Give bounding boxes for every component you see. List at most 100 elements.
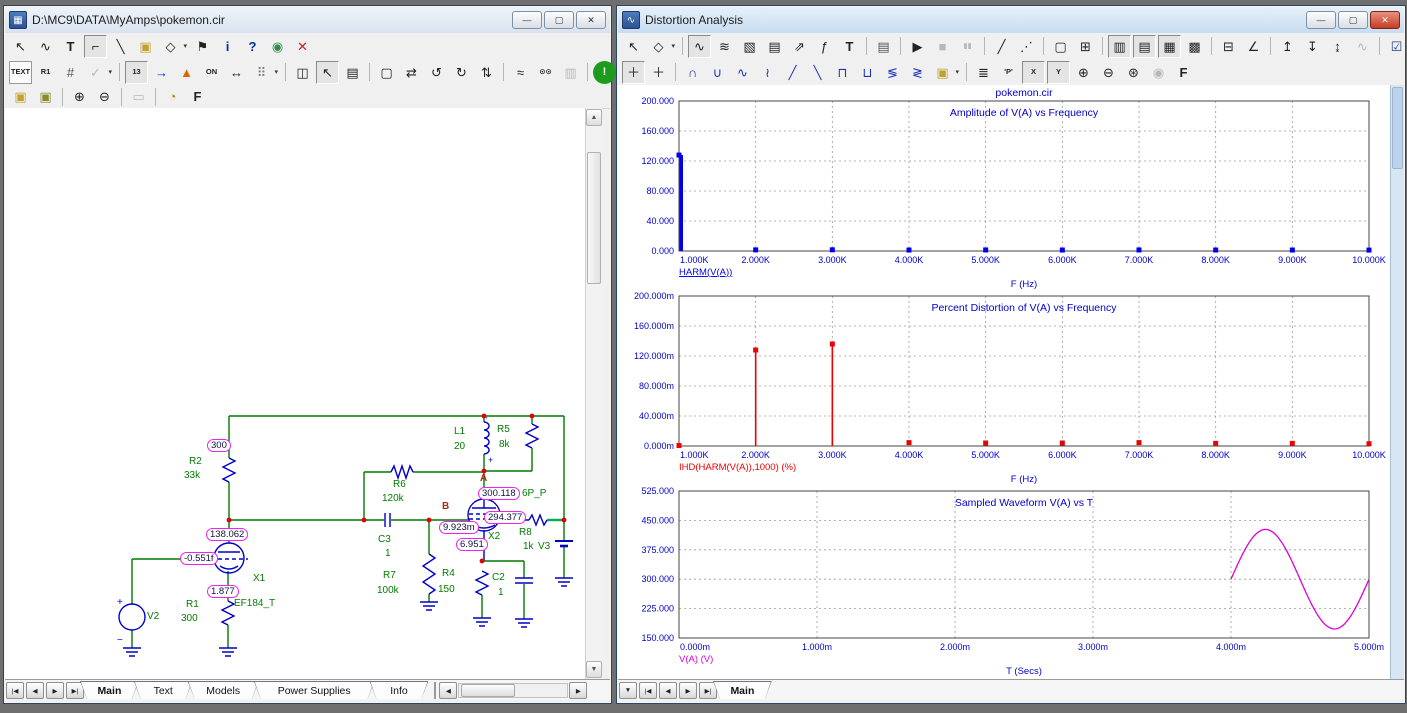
maximize-button[interactable]: ▢ bbox=[1338, 11, 1368, 29]
cursor-mode-icon[interactable]: ＋ bbox=[622, 61, 645, 84]
performance-tag-icon[interactable]: 'P' bbox=[997, 61, 1020, 84]
web-page-icon[interactable]: ◉ bbox=[266, 35, 289, 58]
tab-main[interactable]: Main bbox=[713, 681, 772, 699]
rotate-cw-tool[interactable]: ↻ bbox=[450, 61, 473, 84]
font-tool[interactable]: F bbox=[1172, 61, 1195, 84]
full-grid-icon[interactable]: ▦ bbox=[1158, 35, 1181, 58]
y-scale-icon[interactable]: Y bbox=[1047, 61, 1070, 84]
node-numbers-toggle[interactable]: 13 bbox=[125, 61, 148, 84]
normalize-icon[interactable]: ∠ bbox=[1242, 35, 1265, 58]
tab-last-button[interactable]: ▶| bbox=[699, 682, 717, 699]
waveform-buffer-icon[interactable]: ▧ bbox=[738, 35, 761, 58]
dropdown-arrow-icon[interactable]: ▾ bbox=[108, 69, 112, 76]
folder-icon[interactable]: ▭ bbox=[127, 85, 150, 108]
numeric-output-icon[interactable]: ≣ bbox=[972, 61, 995, 84]
tab-power-supplies[interactable]: Power Supplies bbox=[254, 681, 375, 699]
wire-tool[interactable]: ∿ bbox=[34, 35, 57, 58]
select-tool[interactable]: ↖ bbox=[9, 35, 32, 58]
tab-first-button[interactable]: |◀ bbox=[639, 682, 657, 699]
scroll-down-button[interactable]: ▼ bbox=[586, 661, 602, 678]
zoom-in-tool[interactable]: ⊕ bbox=[68, 85, 91, 108]
plot-area[interactable]: pokemon.cir200.000160.000120.00080.00040… bbox=[618, 85, 1390, 679]
tab-list-button[interactable]: ▼ bbox=[619, 682, 637, 699]
wave-up-icon[interactable]: ∿ bbox=[731, 61, 754, 84]
minimize-button[interactable]: — bbox=[512, 11, 542, 29]
data-grid-icon[interactable]: ⊞ bbox=[1074, 35, 1097, 58]
tab-last-button[interactable]: ▶| bbox=[66, 682, 84, 699]
plot-properties-icon[interactable]: ☑ bbox=[1385, 35, 1407, 58]
low-icon[interactable]: ⊔ bbox=[856, 61, 879, 84]
hscroll-thumb[interactable] bbox=[461, 684, 515, 697]
shape-tool[interactable]: ◇▾ bbox=[647, 35, 670, 58]
cursor-curve-icon[interactable]: ⇗ bbox=[788, 35, 811, 58]
data-points-icon[interactable]: ⋰ bbox=[1015, 35, 1038, 58]
maximize-button[interactable]: ▢ bbox=[544, 11, 574, 29]
font-tool[interactable]: F bbox=[186, 85, 209, 108]
analysis-titlebar[interactable]: ∿ Distortion Analysis —▢✕ bbox=[618, 7, 1404, 34]
run-button[interactable]: ▶ bbox=[906, 35, 929, 58]
split-text-window-icon[interactable]: ◫ bbox=[291, 61, 314, 84]
tab-first-button[interactable]: |◀ bbox=[6, 682, 24, 699]
select-tool[interactable]: ↖ bbox=[622, 35, 645, 58]
attributes-dialog-icon[interactable]: ▤ bbox=[341, 61, 364, 84]
close-button[interactable]: ✕ bbox=[1370, 11, 1400, 29]
inflection-up-icon[interactable]: ≶ bbox=[881, 61, 904, 84]
dropdown-arrow-icon[interactable]: ▾ bbox=[274, 69, 278, 76]
hscroll-left-button[interactable]: ◀ bbox=[439, 682, 457, 699]
find-waveform-icon[interactable]: ≈ bbox=[509, 61, 532, 84]
pin-display-toggle[interactable]: # bbox=[59, 61, 82, 84]
presentation-icon[interactable]: ▥ bbox=[559, 61, 582, 84]
zoom-out-tool[interactable]: ⊖ bbox=[93, 85, 116, 108]
mirror-tool[interactable]: ⇄ bbox=[400, 61, 423, 84]
split-plots-icon[interactable]: ⊟ bbox=[1217, 35, 1240, 58]
power-display-toggle[interactable]: ▲ bbox=[175, 61, 198, 84]
region-disable-icon[interactable]: ✕ bbox=[291, 35, 314, 58]
pause-button[interactable]: ▮▮ bbox=[956, 35, 979, 58]
slope-fall-icon[interactable]: ╲ bbox=[806, 61, 829, 84]
slope-rise-icon[interactable]: ╱ bbox=[781, 61, 804, 84]
scope-mode-icon[interactable]: ∿ bbox=[688, 35, 711, 58]
hscroll-track[interactable] bbox=[458, 683, 568, 698]
flip-tool[interactable]: ⇅ bbox=[475, 61, 498, 84]
tag-wave-icon[interactable]: ∿ bbox=[1351, 35, 1374, 58]
function-curve-icon[interactable]: ƒ bbox=[813, 35, 836, 58]
find-component-tool[interactable]: ▣ bbox=[134, 35, 157, 58]
grid-display-toggle[interactable]: ⠿▾ bbox=[250, 61, 273, 84]
tag-horizontal-icon[interactable]: ↨ bbox=[1326, 35, 1349, 58]
inflection-down-icon[interactable]: ≷ bbox=[906, 61, 929, 84]
rotate-ccw-tool[interactable]: ↺ bbox=[425, 61, 448, 84]
text-display-toggle[interactable]: TEXT bbox=[9, 61, 32, 84]
line-mode-icon[interactable]: ╱ bbox=[990, 35, 1013, 58]
current-display-toggle[interactable]: → bbox=[150, 61, 173, 84]
valley-icon[interactable]: ∪ bbox=[706, 61, 729, 84]
cursor-next-icon[interactable]: ＋ bbox=[647, 61, 670, 84]
schematic-vscrollbar[interactable]: ▲ ▼ bbox=[585, 108, 602, 679]
schematic-canvas[interactable]: + − + ' R233kR1300V2X1EF184_TR6120kC31R7… bbox=[5, 108, 585, 679]
scroll-up-button[interactable]: ▲ bbox=[586, 109, 602, 126]
diagonal-wire-tool[interactable]: ╲ bbox=[109, 35, 132, 58]
wave-down-icon[interactable]: ≀ bbox=[756, 61, 779, 84]
text-tool[interactable]: T bbox=[59, 35, 82, 58]
text-tool[interactable]: T bbox=[838, 35, 861, 58]
ortho-wire-tool[interactable]: ⌐ bbox=[84, 35, 107, 58]
zoom-in-tool[interactable]: ⊕ bbox=[1072, 61, 1095, 84]
high-icon[interactable]: ⊓ bbox=[831, 61, 854, 84]
peak-icon[interactable]: ∩ bbox=[681, 61, 704, 84]
minimize-button[interactable]: — bbox=[1306, 11, 1336, 29]
attribute-display-toggle[interactable]: R1 bbox=[34, 61, 57, 84]
tab-prev-button[interactable]: ◀ bbox=[26, 682, 44, 699]
horizontal-grid-icon[interactable]: ▤ bbox=[1133, 35, 1156, 58]
web-icon[interactable]: ◉ bbox=[1147, 61, 1170, 84]
zoom-out-tool[interactable]: ⊖ bbox=[1097, 61, 1120, 84]
vertical-grid-icon[interactable]: ▥ bbox=[1108, 35, 1131, 58]
select-region-icon[interactable]: ▢ bbox=[1049, 35, 1072, 58]
measure-display-toggle[interactable]: ↔ bbox=[225, 61, 248, 84]
dropdown-arrow-icon[interactable]: ▾ bbox=[183, 43, 187, 50]
search-icon[interactable]: ⊙⊙ bbox=[534, 61, 557, 84]
analysis-scroll-thumb[interactable] bbox=[1392, 87, 1403, 169]
state-display-toggle[interactable]: ON bbox=[200, 61, 223, 84]
scope-setup-icon[interactable]: ▤ bbox=[763, 35, 786, 58]
check-ok-icon[interactable]: ! bbox=[593, 61, 616, 84]
recent-files-icon[interactable]: ◔ bbox=[161, 85, 184, 108]
tag-vertical-icon[interactable]: ↧ bbox=[1301, 35, 1324, 58]
